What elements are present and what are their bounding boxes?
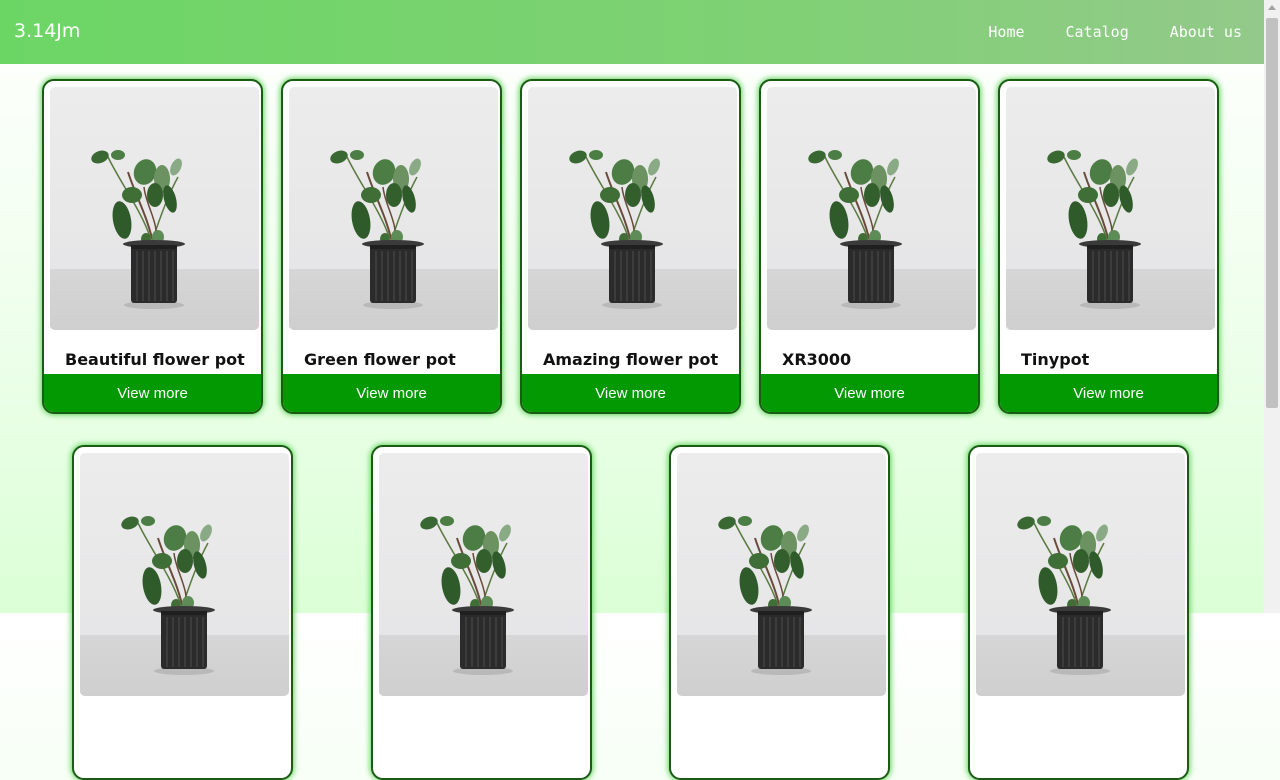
view-more-button[interactable]: View more	[44, 374, 261, 412]
view-more-button[interactable]: View more	[761, 374, 978, 412]
product-card: Green flower pot View more	[281, 79, 502, 414]
product-title: Beautiful flower pot	[65, 350, 245, 369]
brand-logo[interactable]: 3.14Jm	[14, 20, 80, 42]
product-image[interactable]	[289, 87, 498, 330]
product-card: XR3000 View more	[759, 79, 980, 414]
product-image[interactable]	[379, 453, 588, 696]
product-image[interactable]	[677, 453, 886, 696]
nav-links: Home Catalog About us	[988, 23, 1242, 41]
product-title: Tinypot	[1021, 350, 1090, 369]
product-title: Green flower pot	[304, 350, 456, 369]
product-image[interactable]	[50, 87, 259, 330]
product-image[interactable]	[80, 453, 289, 696]
product-card: Amazing flower pot View more	[520, 79, 741, 414]
nav-link-home[interactable]: Home	[988, 23, 1024, 41]
product-image[interactable]	[767, 87, 976, 330]
nav-link-catalog[interactable]: Catalog	[1066, 23, 1129, 41]
scrollbar-thumb[interactable]	[1266, 18, 1278, 408]
view-more-button[interactable]: View more	[522, 374, 739, 412]
navbar: 3.14Jm Home Catalog About us	[0, 0, 1264, 64]
product-image[interactable]	[976, 453, 1185, 696]
page-scrollbar[interactable]	[1264, 0, 1280, 613]
view-more-button[interactable]: View more	[283, 374, 500, 412]
product-card: Tinypot View more	[998, 79, 1219, 414]
product-title: Amazing flower pot	[543, 350, 719, 369]
product-image[interactable]	[528, 87, 737, 330]
nav-link-about-us[interactable]: About us	[1170, 23, 1242, 41]
scroll-up-arrow-icon[interactable]	[1268, 5, 1276, 10]
product-title: XR3000	[782, 350, 852, 369]
view-more-button[interactable]: View more	[1000, 374, 1217, 412]
product-image[interactable]	[1006, 87, 1215, 330]
product-card: Beautiful flower pot View more	[42, 79, 263, 414]
